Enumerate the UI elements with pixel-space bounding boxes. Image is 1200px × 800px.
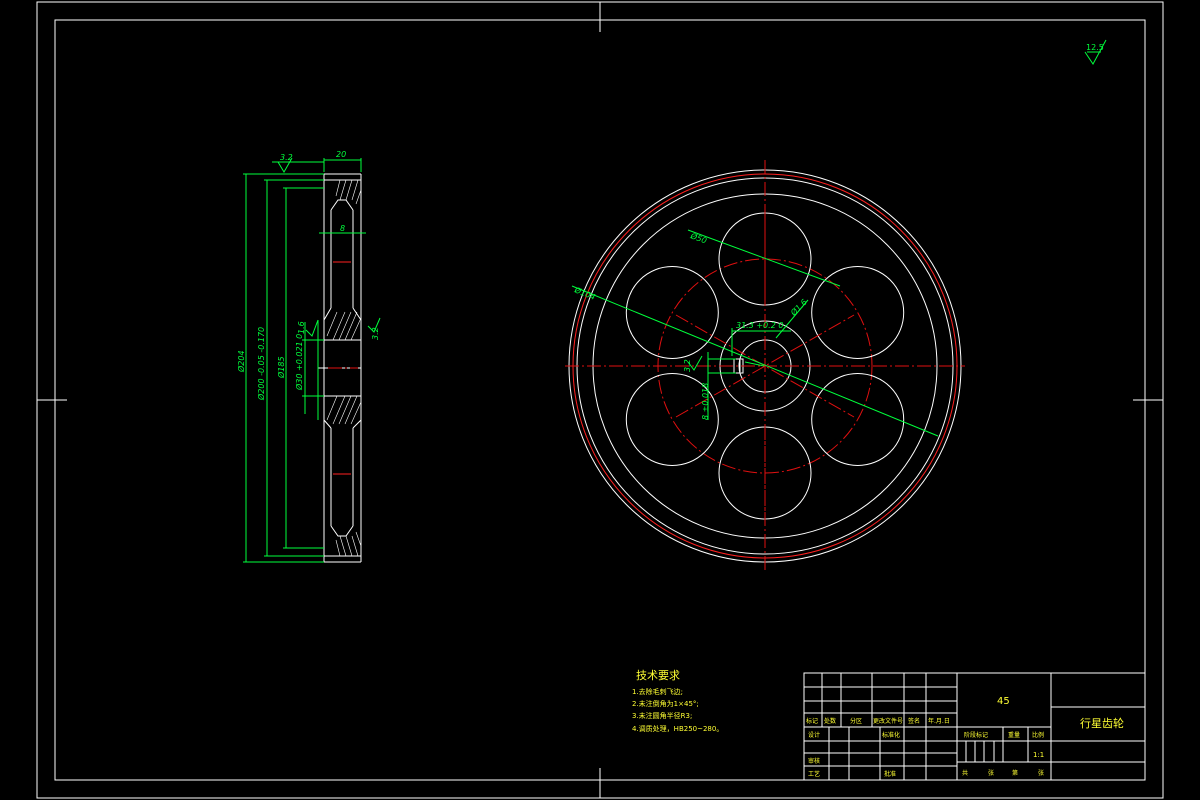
tech-requirements: 技术要求 1.去除毛刺飞边; 2.未注倒角为1×45°; 3.未注圆角半径R3;… <box>632 669 723 733</box>
tech-item: 2.未注倒角为1×45°; <box>632 699 699 708</box>
part-name: 行星齿轮 <box>1080 716 1124 730</box>
svg-text:工艺: 工艺 <box>808 770 820 778</box>
svg-text:更改文件号: 更改文件号 <box>873 717 903 725</box>
dia-root: Ø185 <box>276 356 286 379</box>
svg-text:分区: 分区 <box>850 717 862 725</box>
roughness-value: 12.5 <box>1086 43 1104 52</box>
scale: 1:1 <box>1033 751 1044 759</box>
svg-text:标准化: 标准化 <box>882 731 900 739</box>
tech-item: 1.去除毛刺飞边; <box>632 687 683 696</box>
key-width: 8 ±0.018 <box>701 383 710 420</box>
svg-text:审核: 审核 <box>808 757 820 765</box>
front-view: Ø50 Ø104 31.3 +0.2 0 Ø1.6 8 ±0.018 3.2 <box>565 160 965 572</box>
tech-item: 4.调质处理，HB250~280。 <box>632 724 723 733</box>
svg-text:比例: 比例 <box>1032 731 1044 739</box>
drawing-canvas: 12.5 20 8 3.2 1.6 3.2 Ø204 Ø200 -0.05 -0… <box>36 1 1164 799</box>
chamfer: Ø1.6 <box>788 297 809 318</box>
svg-text:批准: 批准 <box>884 770 896 778</box>
key-depth: 31.3 +0.2 0 <box>736 321 783 330</box>
svg-text:处数: 处数 <box>824 717 836 725</box>
title-block: 45 行星齿轮 1:1 标记 处数 分区 更改文件号 签名 年.月.日 设计 标… <box>803 672 1146 781</box>
material: 45 <box>997 696 1010 707</box>
svg-text:年.月.日: 年.月.日 <box>928 717 950 725</box>
svg-text:阶段标记: 阶段标记 <box>964 731 988 739</box>
width-dim: 20 <box>336 150 346 159</box>
dia-bore: Ø30 +0.021 0 <box>294 334 304 391</box>
side-view: 20 8 3.2 1.6 3.2 Ø204 Ø200 -0.05 -0.170 … <box>236 150 381 563</box>
svg-text:3.2: 3.2 <box>371 327 380 340</box>
inner-frame <box>54 19 1146 781</box>
side-roughness: 3.2 <box>280 153 293 162</box>
tech-title: 技术要求 <box>636 669 680 682</box>
outer-frame <box>36 1 1164 799</box>
svg-text:3.2: 3.2 <box>683 359 692 372</box>
roughness-symbol-general: 12.5 <box>1084 39 1107 65</box>
tech-item: 3.未注圆角半径R3; <box>632 711 692 720</box>
svg-text:签名: 签名 <box>908 717 920 725</box>
svg-text:张: 张 <box>1038 769 1044 777</box>
dia-pitch: Ø200 -0.05 -0.170 <box>256 327 266 401</box>
svg-text:第: 第 <box>1012 769 1018 777</box>
svg-text:重量: 重量 <box>1008 731 1020 739</box>
svg-text:设计: 设计 <box>808 731 820 739</box>
web-dim: 8 <box>340 224 345 233</box>
svg-text:共: 共 <box>962 769 968 777</box>
svg-text:标记: 标记 <box>806 717 818 725</box>
hole-dia: Ø50 <box>688 230 708 245</box>
svg-text:张: 张 <box>988 769 994 777</box>
dia-outer: Ø204 <box>236 350 246 373</box>
